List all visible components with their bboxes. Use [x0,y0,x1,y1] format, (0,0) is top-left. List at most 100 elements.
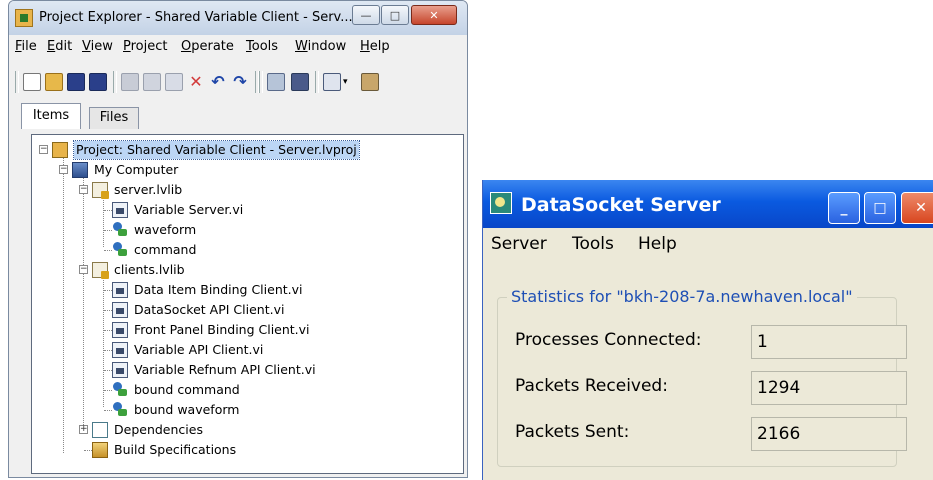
menu-bar: Server Tools Help [483,232,933,258]
copy-icon[interactable] [143,73,161,91]
menu-view[interactable]: View [82,39,113,54]
tree-connector [63,157,64,453]
tree-connector [104,210,112,211]
tree-item-label: DataSocket API Client.vi [134,302,285,317]
collapse-toggle[interactable]: − [39,145,48,154]
chevron-down-icon[interactable]: ▾ [343,73,353,91]
tree-connector [104,310,112,311]
maximize-button[interactable]: □ [381,5,409,25]
toolbar-separator [259,71,263,93]
tree-connector [104,250,112,251]
computer-icon [72,162,88,178]
menu-file[interactable]: File [15,39,37,54]
menu-server[interactable]: Server [491,234,547,254]
menu-tools[interactable]: Tools [246,39,278,54]
title-bar[interactable]: Project Explorer - Shared Variable Clien… [9,1,467,35]
delete-icon[interactable]: ✕ [187,73,205,91]
packets-sent-label: Packets Sent: [515,422,630,442]
window-title: Project Explorer - Shared Variable Clien… [39,10,353,25]
datasocket-icon [490,192,512,214]
vi-icon [112,342,128,358]
new-icon[interactable] [23,73,41,91]
tree-connector [104,410,112,411]
tree-item-label: Variable Server.vi [134,202,244,217]
processes-connected-label: Processes Connected: [515,330,702,350]
title-bar[interactable]: DataSocket Server _ □ ✕ [483,180,933,228]
processes-connected-value: 1 [751,325,907,359]
menu-tools[interactable]: Tools [572,234,614,254]
tree-connector [83,177,84,433]
toolbar-separator [15,71,19,93]
tree-item-label: Project: Shared Variable Client - Server… [73,140,360,160]
minimize-button[interactable]: — [352,5,380,25]
vi-icon [112,322,128,338]
tree-connector [84,450,92,451]
window-title: DataSocket Server [521,194,721,216]
tree-connector [104,290,112,291]
labview-project-icon [15,9,33,27]
shared-variable-icon [112,402,128,418]
project-icon [52,142,68,158]
shared-variable-icon [112,242,128,258]
toolbar-separator [315,71,319,93]
tree-item-label: bound waveform [134,402,240,417]
vi-icon [112,302,128,318]
menu-edit[interactable]: Edit [47,39,72,54]
vi-icon [112,202,128,218]
packets-sent-value: 2166 [751,417,907,451]
build-specifications-icon [92,442,108,458]
collapse-toggle[interactable]: − [79,265,88,274]
menu-help[interactable]: Help [638,234,677,254]
library-icon [92,262,109,279]
redo-icon[interactable]: ↷ [231,73,249,91]
packets-received-value: 1294 [751,371,907,405]
undo-icon[interactable]: ↶ [209,73,227,91]
tree-connector [104,230,112,231]
close-button[interactable]: ✕ [901,192,933,224]
build-icon[interactable] [291,73,309,91]
menu-operate[interactable]: Operate [181,39,234,54]
tree-item-label: Data Item Binding Client.vi [134,282,303,297]
tree-item-label: Variable API Client.vi [134,342,264,357]
library-icon [92,182,109,199]
tree-item-label: clients.lvlib [114,262,185,277]
tree-item-label: Front Panel Binding Client.vi [134,322,310,337]
toolbar: ✕ ↶ ↷ ▾ [9,67,467,99]
cut-icon[interactable] [121,73,139,91]
maximize-button[interactable]: □ [864,192,896,224]
collapse-toggle[interactable]: − [59,165,68,174]
save-all-icon[interactable] [89,73,107,91]
tab-items[interactable]: Items [21,103,81,129]
minimize-button[interactable]: _ [828,192,860,224]
additional-tools-icon[interactable] [361,73,379,91]
tree-item-label: bound command [134,382,240,397]
tree-connector [104,370,112,371]
project-tree: − Project: Shared Variable Client - Serv… [31,134,464,474]
tree-item-label: Variable Refnum API Client.vi [134,362,316,377]
save-icon[interactable] [67,73,85,91]
dependencies-icon [92,422,108,438]
tree-item-label: server.lvlib [114,182,183,197]
collapse-toggle[interactable]: − [79,185,88,194]
vi-icon [112,362,128,378]
tree-connector [103,277,104,407]
shared-variable-icon [112,382,128,398]
open-icon[interactable] [45,73,63,91]
tree-connector [104,390,112,391]
tree-item-label: Dependencies [114,422,203,437]
tree-item-label: waveform [134,222,197,237]
close-button[interactable]: ✕ [411,5,457,25]
paste-icon[interactable] [165,73,183,91]
resolve-conflicts-icon[interactable] [267,73,285,91]
view-icon[interactable] [323,73,341,91]
tree-item-label: command [134,242,197,257]
menu-project[interactable]: Project [123,39,168,54]
menu-window[interactable]: Window [295,39,346,54]
menu-help[interactable]: Help [360,39,390,54]
tree-connector [103,197,104,247]
expand-toggle[interactable]: + [79,425,88,434]
tree-item-label: Build Specifications [114,442,237,457]
statistics-group-label: Statistics for "bkh-208-7a.newhaven.loca… [507,287,857,306]
packets-received-label: Packets Received: [515,376,668,396]
tab-files[interactable]: Files [89,107,139,129]
